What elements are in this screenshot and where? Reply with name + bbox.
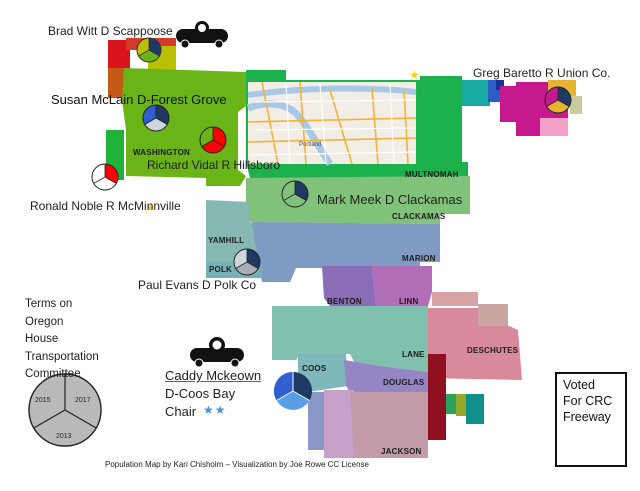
- curry-block: [308, 392, 324, 450]
- terms-slice-label-2015: 2015: [35, 397, 51, 404]
- inset-city-label: Portland: [299, 142, 321, 148]
- county-label-jackson: JACKSON: [381, 447, 422, 456]
- county-label-polk: POLK: [209, 265, 233, 274]
- terms-heading-line: Oregon: [25, 315, 64, 328]
- jefferson-block: [432, 292, 478, 306]
- county-label-coos: COOS: [302, 364, 327, 373]
- barreto-term-pie: [544, 86, 572, 114]
- county-label-washington: WASHINGTON: [133, 148, 190, 157]
- crc-legend-line: Voted: [563, 378, 595, 392]
- witt-car-icon: [176, 21, 228, 49]
- terms-heading-line: Terms on: [25, 298, 73, 310]
- lake-block-3: [466, 394, 484, 424]
- vidal-term-pie: [199, 126, 227, 154]
- baker-block: [540, 118, 568, 136]
- witt-label: Brad Witt D Scappoose: [48, 24, 173, 38]
- oregon-committee-map: Portland ★ ★ Brad Witt D Scappoose Susan…: [0, 0, 640, 491]
- mckeown-car-icon: [190, 337, 244, 368]
- crc-vote-legend: Voted For CRC Freeway: [555, 372, 627, 467]
- witt-term-pie: [136, 37, 162, 63]
- evans-label: Paul Evans D Polk Co: [138, 278, 257, 292]
- terms-slice-label-2017: 2017: [75, 397, 91, 404]
- credit-line: Population Map by Kari Chisholm – Visual…: [105, 460, 369, 469]
- county-label-douglas: DOUGLAS: [383, 378, 425, 387]
- mclain-label: Susan McLain D-Forest Grove: [51, 92, 227, 107]
- terms-slice-label-2013: 2013: [56, 433, 72, 440]
- crc-legend-line: Freeway: [563, 410, 611, 424]
- county-label-yamhill: YAMHILL: [208, 236, 245, 245]
- wallowa-block: [570, 96, 582, 114]
- mckeown-name-label: Caddy Mckeown: [165, 368, 262, 383]
- klamath-strip: [428, 354, 446, 440]
- terms-legend-heading: Terms on Oregon House Transportation Com…: [25, 296, 99, 384]
- county-label-linn: LINN: [399, 297, 419, 306]
- terms-heading-line: House: [25, 333, 59, 345]
- noble-label: Ronald Noble R McMinnville: [30, 199, 181, 213]
- terms-heading-line: Transportation: [25, 350, 99, 363]
- mckeown-role-label: Chair: [165, 404, 197, 419]
- crook-block: [478, 304, 508, 326]
- county-label-clackamas: CLACKAMAS: [392, 212, 446, 221]
- county-label-lane: LANE: [402, 350, 425, 359]
- county-label-benton: BENTON: [327, 297, 362, 306]
- mckeown-city-label: D-Coos Bay: [165, 386, 236, 401]
- barreto-label: Greg Baretto R Union Co.: [473, 66, 611, 80]
- hood-river-block: [462, 80, 490, 106]
- lake-block-2: [456, 394, 466, 416]
- meek-term-pie: [281, 180, 309, 208]
- county-label-deschutes: DESCHUTES: [467, 346, 519, 355]
- vidal-label: Richard Vidal R Hillsboro: [147, 158, 281, 172]
- terms-heading-line: Committee: [25, 368, 81, 380]
- county-label-multnomah: MULTNOMAH: [405, 170, 459, 179]
- mclain-term-pie: [142, 104, 170, 132]
- crc-legend-line: For CRC: [563, 394, 613, 408]
- lake-block-1: [446, 394, 456, 414]
- mckeown-term-pie: [273, 371, 313, 410]
- meek-label: Mark Meek D Clackamas: [317, 192, 463, 207]
- evans-term-pie: [233, 248, 261, 276]
- county-label-marion: MARION: [402, 254, 436, 263]
- noble-term-pie: [91, 163, 119, 191]
- chair-stars: ★★: [203, 403, 227, 417]
- star-icon: ★: [409, 68, 420, 82]
- josephine-block: [324, 390, 354, 458]
